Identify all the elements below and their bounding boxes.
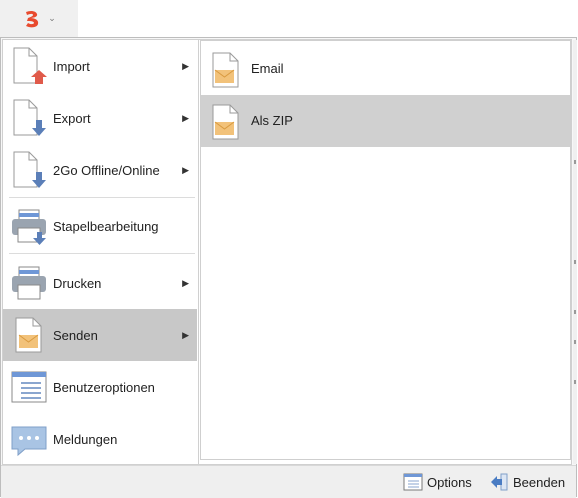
menu-item-benutzeroptionen[interactable]: Benutzeroptionen — [3, 361, 197, 413]
scrollbar-strip[interactable] — [573, 40, 577, 464]
options-window-icon — [403, 473, 423, 491]
menu-item-export[interactable]: Export ▶ — [3, 92, 197, 144]
menu-item-import[interactable]: Import ▶ — [3, 40, 197, 92]
menu-item-label: Export — [53, 110, 91, 126]
menu-item-label: Senden — [53, 327, 98, 343]
submenu-item-label: Email — [251, 61, 284, 76]
menu-item-label: Benutzeroptionen — [53, 379, 155, 395]
menu-item-stapelbearbeitung[interactable]: Stapelbearbeitung — [3, 200, 197, 252]
menu-item-2go-offline-online[interactable]: 2Go Offline/Online ▶ — [3, 144, 197, 196]
submenu-arrow-icon: ▶ — [182, 112, 189, 123]
menu-divider — [198, 40, 199, 464]
chat-bubble-icon — [11, 426, 47, 457]
menu-item-label: Meldungen — [53, 431, 118, 447]
menu-item-label: Import — [53, 58, 90, 74]
menu-item-label: Stapelbearbeitung — [53, 218, 159, 234]
submenu-arrow-icon: ▶ — [182, 329, 189, 340]
menu-footer: Options Beenden — [1, 465, 576, 498]
exit-label: Beenden — [513, 474, 566, 490]
printer-arrow-icon — [12, 209, 46, 245]
submenu-arrow-icon: ▶ — [182, 164, 189, 175]
exit-arrow-icon — [491, 473, 508, 491]
submenu-arrow-icon: ▶ — [182, 60, 189, 71]
exit-button[interactable]: Beenden — [489, 471, 565, 493]
submenu-item-als-zip[interactable]: Als ZIP — [201, 95, 570, 147]
menu-item-label: Drucken — [53, 275, 102, 291]
document-envelope-icon — [212, 52, 239, 88]
printer-icon — [12, 266, 46, 300]
app-menu-button[interactable]: ⌄ — [0, 0, 79, 37]
menu-item-label: 2Go Offline/Online — [53, 162, 160, 178]
submenu-item-label: Als ZIP — [251, 113, 293, 128]
menu-item-meldungen[interactable]: Meldungen — [3, 413, 197, 465]
submenu-item-email[interactable]: Email — [201, 43, 570, 95]
document-arrow-up-icon — [13, 47, 47, 84]
submenu-arrow-icon: ▶ — [182, 277, 189, 288]
window-list-icon — [11, 371, 47, 403]
menu-separator — [9, 253, 195, 254]
top-bar — [78, 0, 578, 37]
document-arrow-down-icon — [13, 99, 46, 136]
menu-separator — [9, 197, 195, 198]
menu-item-drucken[interactable]: Drucken ▶ — [3, 257, 197, 309]
options-label: Options — [427, 474, 472, 490]
menu-item-senden[interactable]: Senden ▶ — [3, 309, 197, 361]
document-envelope-icon — [212, 104, 239, 140]
senden-submenu: Email Als ZIP — [200, 40, 571, 460]
document-envelope-icon — [15, 317, 42, 353]
document-arrow-down-icon — [13, 151, 46, 188]
chevron-down-icon: ⌄ — [48, 13, 56, 23]
app-logo-icon — [26, 10, 39, 27]
file-menu: Import ▶ Export ▶ 2Go Offline/Online ▶ S… — [3, 40, 198, 464]
options-button[interactable]: Options — [403, 471, 472, 493]
